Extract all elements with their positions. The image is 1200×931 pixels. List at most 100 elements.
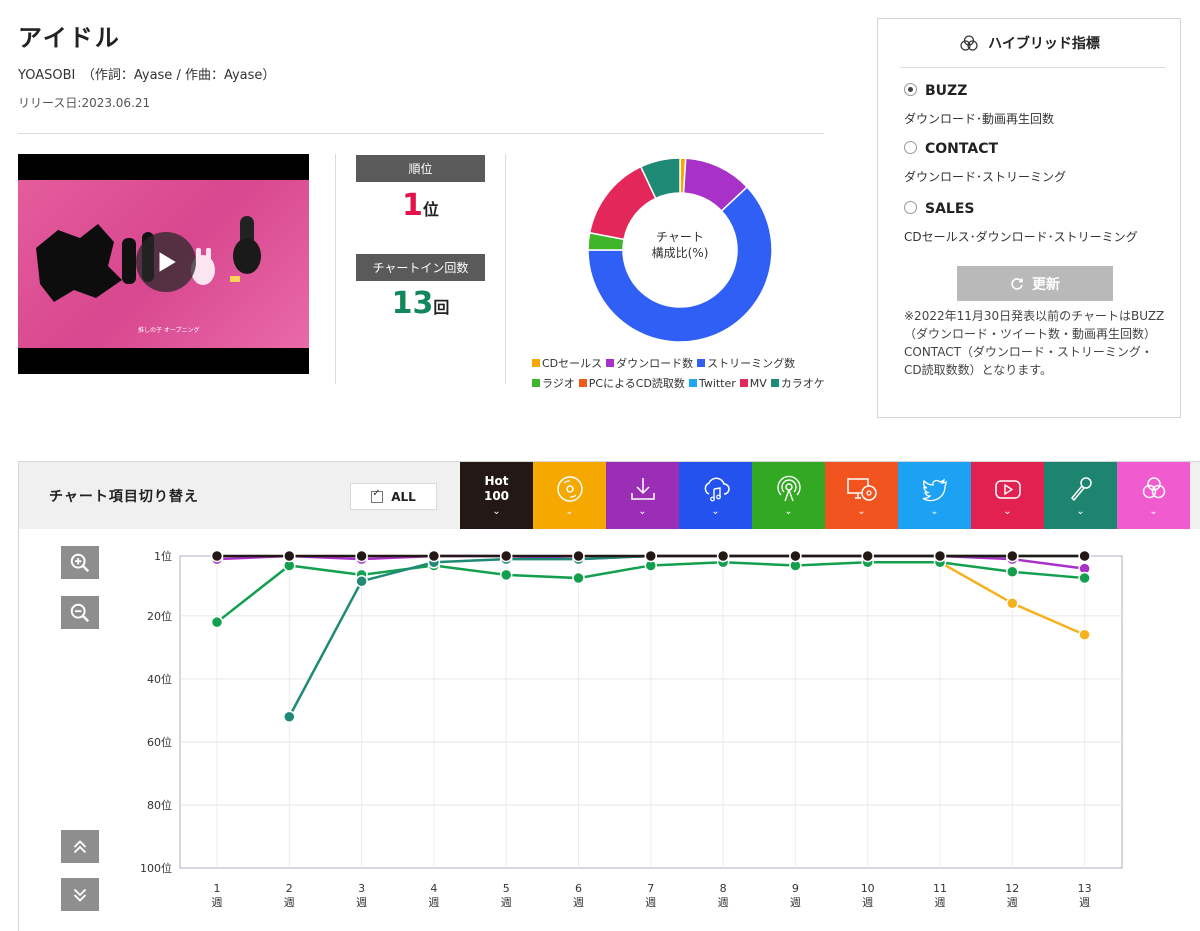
play-icon xyxy=(159,252,176,272)
tab-streaming[interactable]: ⌄ xyxy=(679,462,752,529)
video-thumbnail[interactable]: 推しの子 オープニング xyxy=(18,154,309,374)
option-description: ダウンロード･ストリーミング xyxy=(904,170,1067,184)
data-point-hot100[interactable] xyxy=(861,549,874,563)
chevron-down-icon: ⌄ xyxy=(1076,506,1085,517)
divider xyxy=(505,154,506,384)
refresh-button[interactable]: 更新 xyxy=(957,266,1113,301)
tab-twitter[interactable]: ⌄ xyxy=(898,462,971,529)
radio-indicator xyxy=(904,83,917,96)
zoom-out-button[interactable] xyxy=(61,596,99,629)
data-point-hot100[interactable] xyxy=(572,549,585,563)
tab-pc-cd[interactable]: ⌄ xyxy=(825,462,898,529)
donut-center-line1: チャート xyxy=(656,230,704,244)
chartin-unit: 回 xyxy=(433,298,450,317)
data-point-hot100[interactable] xyxy=(933,549,947,563)
chart-switch-title: チャート項目切り替え xyxy=(49,489,199,505)
data-point-hot100[interactable] xyxy=(644,549,658,563)
data-point-hot100[interactable] xyxy=(210,549,224,563)
chart-toolbar: チャート項目切り替え ALL Hot100 ⌄ ⌄ ⌄ ⌄ ⌄ ⌄ ⌄ xyxy=(19,462,1200,529)
legend-label: Twitter xyxy=(698,377,736,390)
scroll-up-button[interactable] xyxy=(61,830,99,863)
data-point-cd[interactable] xyxy=(1078,628,1091,642)
hybrid-index-panel: ハイブリッド指標 BUZZ ダウンロード･動画再生回数 CONTACT ダウンロ… xyxy=(877,18,1181,418)
all-toggle-button[interactable]: ALL xyxy=(350,483,437,510)
tab-hybrid[interactable]: ⌄ xyxy=(1117,462,1190,529)
divider xyxy=(18,133,824,134)
data-point-hot100[interactable] xyxy=(1006,549,1019,563)
data-point-hot100[interactable] xyxy=(716,549,730,563)
hot100-icon: Hot 100 xyxy=(484,474,509,504)
x-tick-label: 8 xyxy=(720,882,727,895)
play-button[interactable] xyxy=(136,232,196,292)
data-point-cd[interactable] xyxy=(1006,597,1019,610)
option-label: CONTACT xyxy=(925,141,999,157)
tab-download[interactable]: ⌄ xyxy=(606,462,679,529)
option-description: ダウンロード･動画再生回数 xyxy=(904,112,1055,126)
x-tick-label: 11 xyxy=(933,882,947,895)
svg-text:推しの子 オープニング: 推しの子 オープニング xyxy=(138,326,200,334)
data-point-karaoke[interactable] xyxy=(355,574,368,588)
legend-swatch xyxy=(578,379,587,387)
radio-sales[interactable]: SALES xyxy=(904,201,975,217)
data-point-hot100[interactable] xyxy=(499,549,513,563)
double-chevron-down-icon xyxy=(73,888,87,902)
tab-cd-sales[interactable]: ⌄ xyxy=(533,462,606,529)
data-point-radio[interactable] xyxy=(572,571,585,585)
data-point-karaoke[interactable] xyxy=(283,710,296,723)
data-point-radio[interactable] xyxy=(210,615,224,629)
legend-item: MV xyxy=(739,374,767,394)
youtube-icon xyxy=(994,480,1021,499)
rank-label: 順位 xyxy=(356,155,485,182)
tab-radio[interactable]: ⌄ xyxy=(752,462,825,529)
chevron-down-icon: ⌄ xyxy=(930,506,939,517)
legend-swatch xyxy=(532,359,540,367)
donut-center-label: チャート 構成比(%) xyxy=(625,229,735,261)
data-point-radio[interactable] xyxy=(499,568,513,582)
download-icon xyxy=(630,478,655,500)
legend-label: CDセールス xyxy=(542,357,603,370)
tab-hot100[interactable]: Hot 100 ⌄ xyxy=(460,462,533,529)
legend-swatch xyxy=(688,379,697,387)
radio-indicator xyxy=(904,141,917,154)
legend-item: ダウンロード数 xyxy=(606,354,693,374)
all-label: ALL xyxy=(391,489,416,504)
data-point-radio[interactable] xyxy=(1006,565,1019,579)
x-tick-label: 10 xyxy=(861,882,875,895)
radio-buzz[interactable]: BUZZ xyxy=(904,83,967,99)
rank-value: 1 xyxy=(402,188,423,223)
series-line-karaoke xyxy=(288,554,1085,718)
data-point-hot100[interactable] xyxy=(355,549,368,563)
radio-contact[interactable]: CONTACT xyxy=(904,141,998,157)
radio-indicator xyxy=(904,201,917,214)
option-label: SALES xyxy=(925,201,975,217)
x-tick-unit: 週 xyxy=(428,896,439,909)
hybrid-icon xyxy=(1142,477,1165,499)
scroll-down-button[interactable] xyxy=(61,878,99,911)
option-label: BUZZ xyxy=(925,83,968,99)
refresh-icon xyxy=(1011,277,1023,290)
data-point-radio[interactable] xyxy=(1078,571,1091,585)
legend-swatch xyxy=(739,379,748,387)
data-point-hot100[interactable] xyxy=(789,549,802,563)
checkbox-icon xyxy=(371,488,384,503)
hybrid-header: ハイブリッド指標 xyxy=(878,33,1182,53)
tab-mv[interactable]: ⌄ xyxy=(971,462,1044,529)
data-point-hot100[interactable] xyxy=(1078,549,1091,563)
x-tick-unit: 週 xyxy=(284,896,295,909)
chevron-down-icon: ⌄ xyxy=(1003,506,1012,517)
karaoke-icon xyxy=(1070,477,1092,502)
y-tick-label: 20位 xyxy=(147,609,172,623)
legend-item: CDセールス xyxy=(532,354,602,374)
data-point-hot100[interactable] xyxy=(427,549,441,563)
legend-label: PCによるCD読取数 xyxy=(588,377,685,390)
rank-line-chart: 1位20位40位60位80位100位1週2週3週4週5週6週7週8週9週10週1… xyxy=(140,549,1123,909)
legend-swatch xyxy=(606,359,615,367)
x-tick-label: 3 xyxy=(358,882,365,895)
hybrid-icon xyxy=(960,35,978,51)
x-tick-unit: 週 xyxy=(356,896,367,909)
hybrid-title: ハイブリッド指標 xyxy=(988,36,1100,52)
tab-karaoke[interactable]: ⌄ xyxy=(1044,462,1117,529)
y-tick-label: 1位 xyxy=(154,549,172,563)
data-point-hot100[interactable] xyxy=(283,549,296,563)
zoom-in-button[interactable] xyxy=(61,546,99,579)
